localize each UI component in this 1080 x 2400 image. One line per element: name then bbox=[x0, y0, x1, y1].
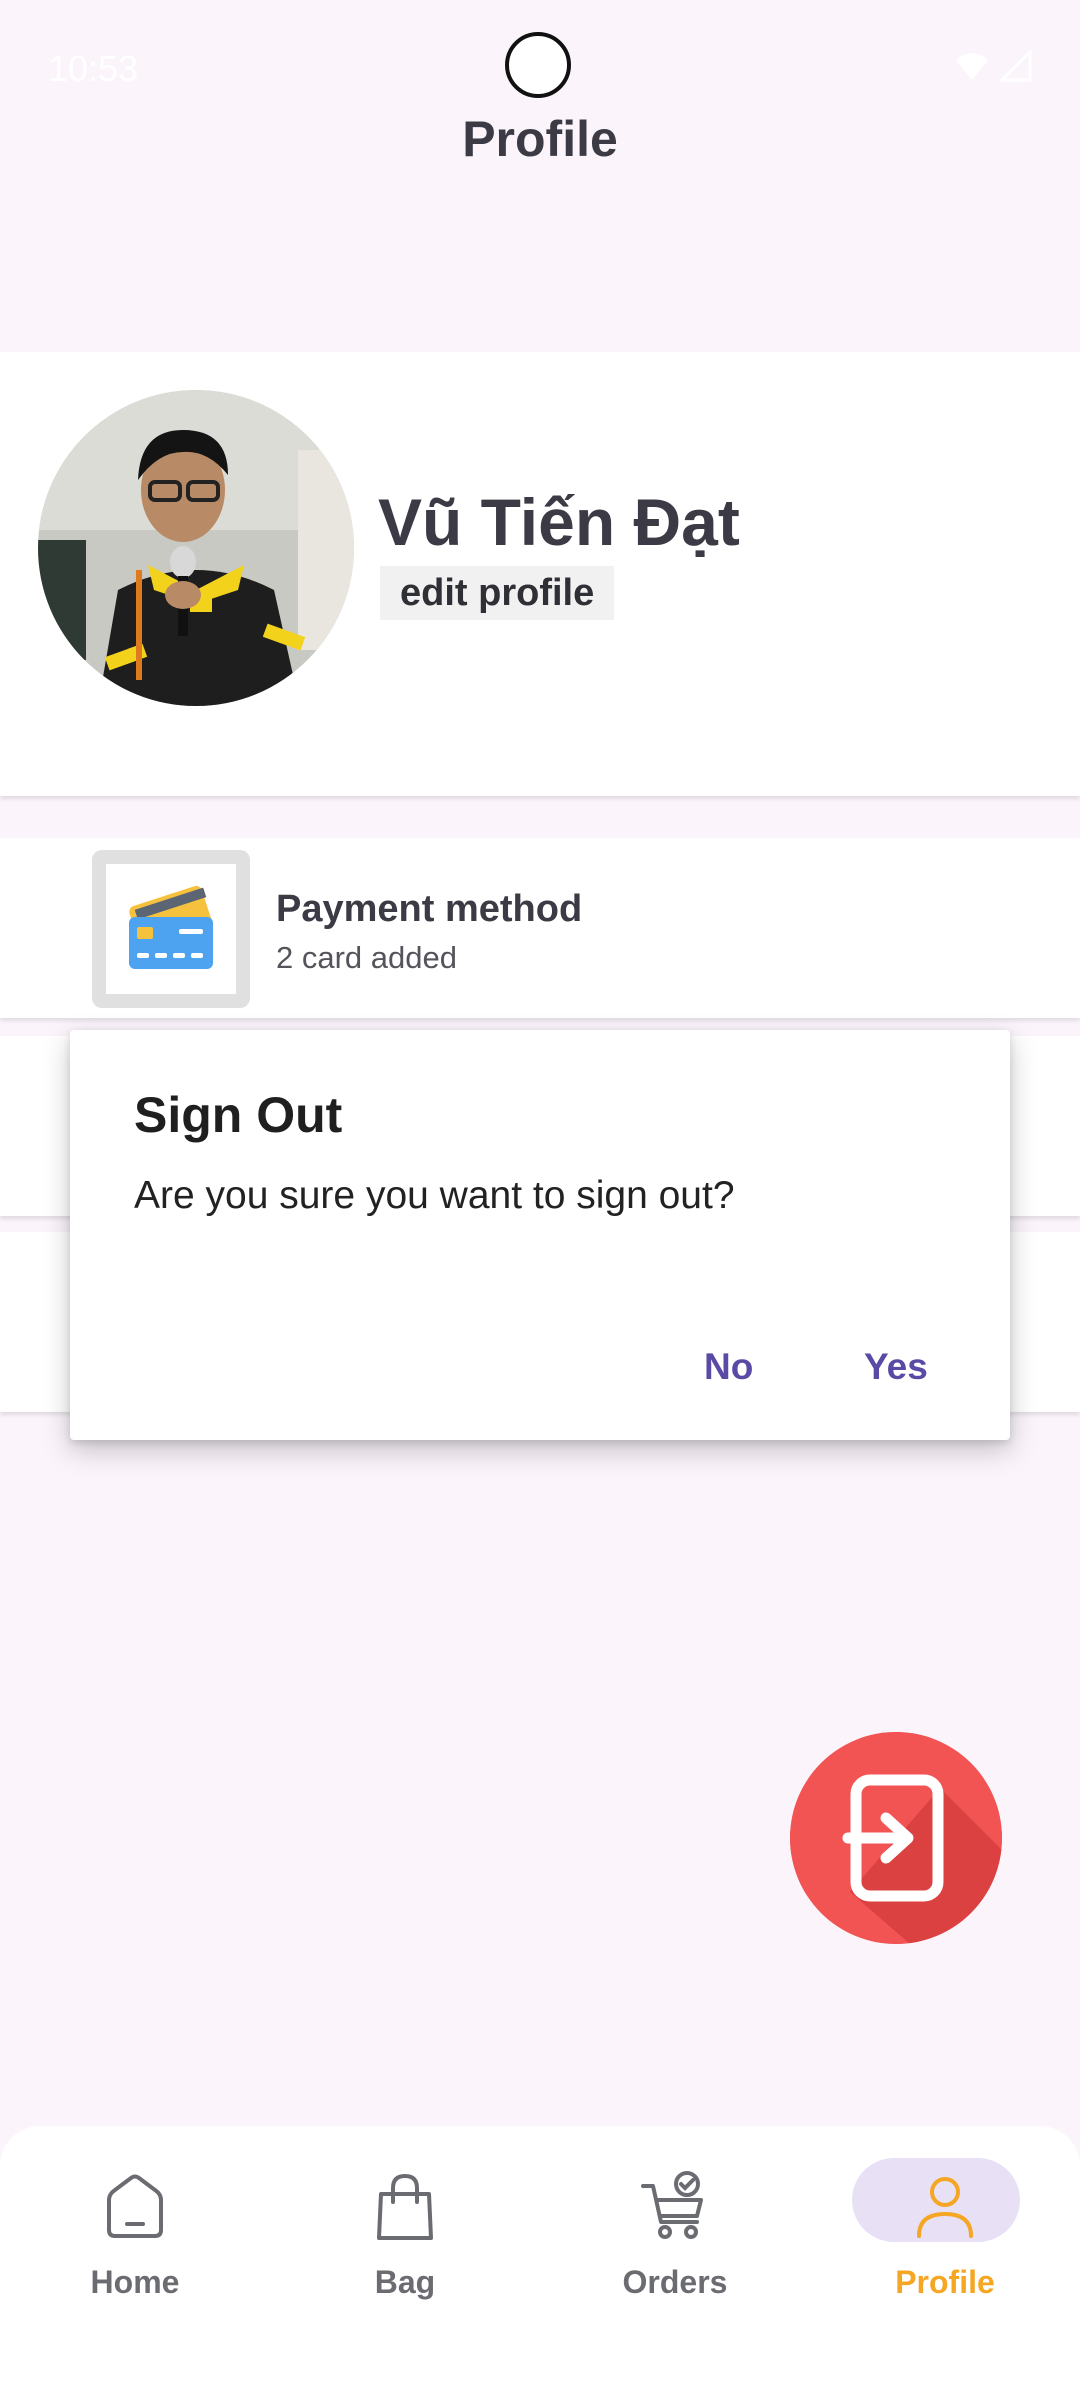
dialog-message: Are you sure you want to sign out? bbox=[134, 1174, 735, 1217]
sign-out-dialog: Sign Out Are you sure you want to sign o… bbox=[70, 1030, 1010, 1440]
dialog-no-button[interactable]: No bbox=[690, 1336, 767, 1398]
dialog-yes-button[interactable]: Yes bbox=[850, 1336, 942, 1398]
dialog-title: Sign Out bbox=[134, 1087, 343, 1143]
